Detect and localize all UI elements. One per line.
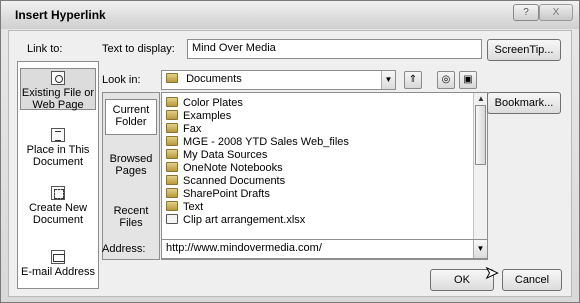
list-item-name: Fax [183, 123, 202, 135]
nav-recent-files[interactable]: Recent Files [105, 203, 157, 235]
list-item-name: Examples [183, 110, 232, 122]
folder-icon [166, 201, 178, 211]
scroll-up-icon[interactable]: ▲ [476, 94, 486, 104]
link-existing-file-label: Existing File or Web Page [21, 87, 95, 111]
list-item[interactable]: SharePoint Drafts [166, 188, 270, 200]
text-to-display-label: Text to display: [102, 43, 175, 55]
list-item-name: OneNote Notebooks [183, 162, 283, 174]
link-email-address[interactable]: E-mail Address [20, 250, 96, 286]
folder-icon [166, 123, 178, 133]
list-item-name: Color Plates [183, 97, 243, 109]
list-item[interactable]: Scanned Documents [166, 175, 285, 187]
document-icon [51, 128, 65, 142]
address-input[interactable]: http://www.mindovermedia.com/ ▼ [161, 239, 488, 259]
folder-icon [166, 149, 178, 159]
link-to-label: Link to: [27, 43, 63, 55]
browse-file-icon[interactable]: ▣ [459, 71, 477, 89]
list-item-name: Clip art arrangement.xlsx [183, 214, 306, 226]
list-item-name: MGE - 2008 YTD Sales Web_files [183, 136, 349, 148]
screentip-button[interactable]: ScreenTip... [487, 39, 561, 61]
link-to-bar: Existing File or Web Page Place in This … [17, 61, 99, 289]
mouse-cursor-icon: ➤ [484, 265, 499, 283]
browse-web-icon[interactable]: ◎ [437, 71, 455, 89]
link-email-label: E-mail Address [21, 266, 95, 278]
dialog-title: Insert Hyperlink [15, 8, 106, 22]
file-list: Color Plates Examples Fax MGE - 2008 YTD… [161, 92, 488, 260]
folder-icon [166, 73, 178, 83]
list-item-name: My Data Sources [183, 149, 268, 161]
bookmark-button[interactable]: Bookmark... [487, 92, 561, 114]
file-list-scrollbar[interactable]: ▲ ▼ [473, 93, 487, 259]
list-item[interactable]: Examples [166, 110, 231, 122]
nav-current-folder[interactable]: Current Folder [105, 99, 157, 135]
dialog-body: Link to: Existing File or Web Page Place… [8, 30, 572, 297]
list-item-name: Scanned Documents [183, 175, 286, 187]
list-item[interactable]: MGE - 2008 YTD Sales Web_files [166, 136, 349, 148]
look-in-label: Look in: [102, 74, 141, 86]
folder-icon [166, 162, 178, 172]
text-to-display-input[interactable]: Mind Over Media [187, 39, 482, 59]
up-folder-icon[interactable]: ⇑ [404, 71, 422, 89]
help-button[interactable]: ? [513, 4, 539, 21]
link-place-label: Place in This Document [26, 144, 90, 168]
chevron-down-icon[interactable]: ▼ [381, 71, 395, 89]
folder-icon [166, 110, 178, 120]
navigation-panel: Current Folder Browsed Pages Recent File… [102, 92, 160, 260]
close-button[interactable]: X [539, 4, 573, 21]
address-label: Address: [102, 243, 146, 255]
look-in-value: Documents [186, 73, 242, 85]
globe-icon [51, 71, 65, 85]
address-value: http://www.mindovermedia.com/ [166, 242, 322, 254]
list-item-name: Text [183, 201, 204, 213]
cancel-button[interactable]: Cancel [502, 269, 562, 291]
mail-icon [51, 250, 65, 264]
new-document-icon [51, 186, 65, 200]
list-item[interactable]: My Data Sources [166, 149, 267, 161]
link-create-label: Create New Document [28, 202, 88, 226]
look-in-combobox[interactable]: Documents ▼ [161, 70, 396, 90]
title-bar: Insert Hyperlink ? X [1, 1, 579, 29]
folder-icon [166, 188, 178, 198]
folder-icon [166, 136, 178, 146]
list-item-name: SharePoint Drafts [183, 188, 270, 200]
chevron-down-icon[interactable]: ▼ [473, 240, 487, 258]
file-icon [166, 214, 178, 224]
insert-hyperlink-dialog: Insert Hyperlink ? X Link to: Existing F… [0, 0, 580, 303]
link-existing-file[interactable]: Existing File or Web Page [20, 68, 96, 111]
folder-icon [166, 175, 178, 185]
list-item[interactable]: Text [166, 201, 203, 213]
list-item[interactable]: Fax [166, 123, 201, 135]
link-place-in-document[interactable]: Place in This Document [20, 128, 96, 168]
link-create-new-document[interactable]: Create New Document [20, 186, 96, 226]
list-item[interactable]: Color Plates [166, 97, 243, 109]
scrollbar-thumb[interactable] [475, 105, 486, 165]
folder-icon [166, 97, 178, 107]
list-item[interactable]: Clip art arrangement.xlsx [166, 214, 305, 226]
nav-browsed-pages[interactable]: Browsed Pages [105, 151, 157, 183]
list-item[interactable]: OneNote Notebooks [166, 162, 283, 174]
